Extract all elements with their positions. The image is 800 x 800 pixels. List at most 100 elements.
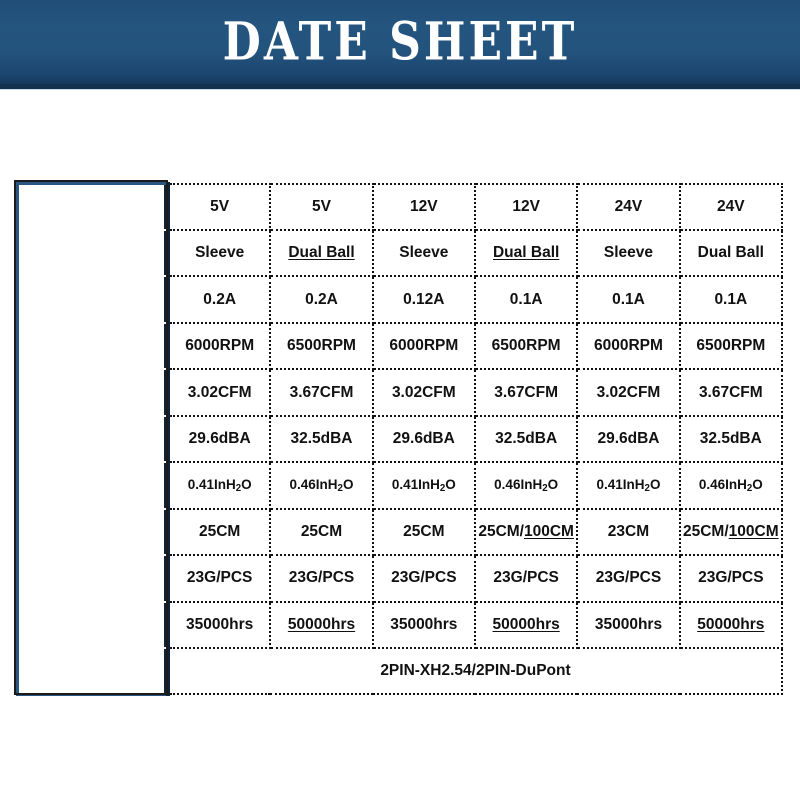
cell-r0-c2: 12V — [371, 182, 476, 231]
cell-r5-c0: 29.6dBA — [166, 414, 272, 464]
cell-r3-c2: 6000RPM — [371, 321, 476, 371]
table-row: Noise 29.6dBA 32.5dBA 29.6dBA 32.5dBA 29.6dBA… — [16, 414, 784, 464]
row-label-text: Connector — [40, 659, 145, 683]
cell-r4-c0: 3.02CFM — [166, 368, 272, 417]
cell-r9-c2: 35000hrs — [371, 600, 476, 650]
cell-r3-c5: 6500RPM — [678, 321, 784, 371]
cell-r6-c5: 0.46InH2O — [678, 461, 784, 510]
row-label-text: Bearing Type — [26, 241, 159, 265]
table-row: Cable Length 25CM 25CM 25CM 25CM/100CM 23CM 25… — [16, 507, 784, 557]
cell-r4-c5: 3.67CFM — [678, 368, 784, 417]
table-row: Life 35000hrs 50000hrs 35000hrs 50000hrs 3500… — [16, 600, 784, 650]
cell-r8-c4: 23G/PCS — [576, 554, 681, 603]
cell-r0-c4: 24V — [576, 182, 681, 231]
cell-r8-c0: 23G/PCS — [166, 554, 272, 603]
cell-r4-c4: 3.02CFM — [576, 368, 681, 417]
cell-r6-c4: 0.41InH2O — [576, 461, 681, 510]
cell-r5-c3: 32.5dBA — [473, 414, 579, 464]
cell-r2-c2: 0.12A — [371, 275, 476, 324]
spec-table-body: Voltage 5V 5V 12V 12V 24V 24V Bearing Type Sleev… — [16, 181, 784, 696]
cell-r3-c0: 6000RPM — [166, 321, 272, 371]
row-label-connector: Connector — [16, 647, 170, 696]
cell-r6-c0: 0.41InH2O — [166, 461, 272, 510]
cell-r7-c2: 25CM — [371, 507, 476, 557]
table-row: Bearing Type Sleeve Dual Ball Sleeve Dual Ba… — [16, 228, 784, 278]
row-label-text: Voltage — [55, 195, 130, 219]
cell-r7-c0: 25CM — [166, 507, 272, 557]
cell-r3-c3: 6500RPM — [473, 321, 579, 371]
cell-r7-c3: 25CM/100CM — [473, 507, 579, 557]
cell-r8-c5: 23G/PCS — [678, 554, 784, 603]
table-row: Connector 2PIN-XH2.54/2PIN-DuPont — [16, 647, 783, 696]
cell-r2-c3: 0.1A — [473, 275, 579, 324]
row-label-weight: Weight — [16, 554, 170, 603]
cell-r3-c4: 6000RPM — [576, 321, 681, 371]
cell-r4-c1: 3.67CFM — [269, 368, 374, 417]
row-label-life: Life — [16, 600, 170, 650]
cell-r6-c2: 0.41InH2O — [371, 461, 476, 510]
table-row: Speed 6000RPM 6500RPM 6000RPM 6500RPM 6000RPM… — [16, 321, 784, 371]
cell-connector-value: 2PIN-XH2.54/2PIN-DuPont — [167, 647, 783, 696]
table-row: Air Pressure 0.41InH2O 0.46InH2O 0.41InH2O 0… — [16, 461, 784, 510]
cell-value-underlined: 50000hrs — [492, 615, 560, 633]
header-banner: DATE SHEET — [0, 0, 800, 90]
cell-r7-c4: 23CM — [576, 507, 681, 557]
cell-r9-c5: 50000hrs — [678, 600, 784, 650]
cell-r7-c5: 25CM/100CM — [678, 507, 784, 557]
cell-r4-c2: 3.02CFM — [371, 368, 476, 417]
cell-r1-c4: Sleeve — [576, 228, 681, 278]
cell-r2-c0: 0.2A — [166, 275, 272, 324]
cell-r9-c4: 35000hrs — [576, 600, 681, 650]
row-label-text: Air Flow — [50, 381, 135, 404]
cell-r0-c5: 24V — [678, 182, 784, 231]
cell-r1-c2: Sleeve — [371, 228, 476, 278]
row-label-text: Cable Length — [26, 520, 159, 544]
cell-r5-c1: 32.5dBA — [269, 414, 374, 464]
cell-value-underlined: Dual Ball — [288, 244, 355, 262]
row-label-air-flow: Air Flow — [16, 368, 170, 417]
cell-value-underlined: 50000hrs — [697, 615, 765, 633]
cell-r9-c3: 50000hrs — [473, 600, 579, 650]
cell-r0-c3: 12V — [473, 182, 579, 231]
row-label-voltage: Voltage — [16, 181, 170, 231]
row-label-speed: Speed — [16, 321, 170, 371]
cell-r3-c1: 6500RPM — [269, 321, 374, 371]
cell-r8-c3: 23G/PCS — [473, 554, 579, 603]
page-title: DATE SHEET — [222, 11, 578, 73]
row-label-text: Current — [53, 288, 132, 311]
row-label-current: Current — [16, 275, 170, 324]
row-label-cable-length: Cable Length — [16, 507, 170, 557]
cell-r1-c1: Dual Ball — [269, 228, 374, 278]
cell-r0-c0: 5V — [166, 182, 272, 231]
specification-table: Voltage 5V 5V 12V 12V 24V 24V Bearing Type Sleev… — [16, 181, 784, 696]
cell-r5-c4: 29.6dBA — [576, 414, 681, 464]
cell-r8-c1: 23G/PCS — [269, 554, 374, 603]
row-label-text: Life — [73, 613, 112, 636]
cell-r1-c5: Dual Ball — [678, 228, 784, 278]
cell-r9-c0: 35000hrs — [166, 600, 272, 650]
row-label-noise: Noise — [16, 414, 170, 464]
cell-r2-c1: 0.2A — [269, 275, 374, 324]
spec-table-container: Voltage 5V 5V 12V 12V 24V 24V Bearing Type Sleev… — [14, 180, 784, 696]
cell-r7-c1: 25CM — [269, 507, 374, 557]
table-row: Voltage 5V 5V 12V 12V 24V 24V — [16, 181, 784, 231]
cell-r1-c0: Sleeve — [166, 228, 272, 278]
cell-r6-c1: 0.46InH2O — [269, 461, 374, 510]
cell-r5-c2: 29.6dBA — [371, 414, 476, 464]
table-row: Air Flow 3.02CFM 3.67CFM 3.02CFM 3.67CFM 3.02… — [16, 368, 784, 417]
cell-value-underlined: 50000hrs — [287, 615, 356, 633]
cell-r6-c3: 0.46InH2O — [473, 461, 579, 510]
table-row: Weight 23G/PCS 23G/PCS 23G/PCS 23G/PCS 23G/PC… — [16, 554, 784, 603]
row-label-text: Noise — [64, 427, 121, 451]
cell-r2-c5: 0.1A — [678, 275, 784, 324]
row-label-air-pressure: Air Pressure — [16, 461, 170, 510]
cell-r5-c5: 32.5dBA — [678, 414, 784, 464]
row-label-bearing-type: Bearing Type — [16, 228, 170, 278]
row-label-text: Air Pressure — [30, 474, 155, 497]
row-label-text: Weight — [57, 567, 128, 590]
cell-r8-c2: 23G/PCS — [371, 554, 476, 603]
cell-r2-c4: 0.1A — [576, 275, 681, 324]
table-row: Current 0.2A 0.2A 0.12A 0.1A 0.1A 0.1A — [16, 275, 784, 324]
cell-r1-c3: Dual Ball — [473, 228, 579, 278]
cell-r0-c1: 5V — [269, 182, 374, 231]
